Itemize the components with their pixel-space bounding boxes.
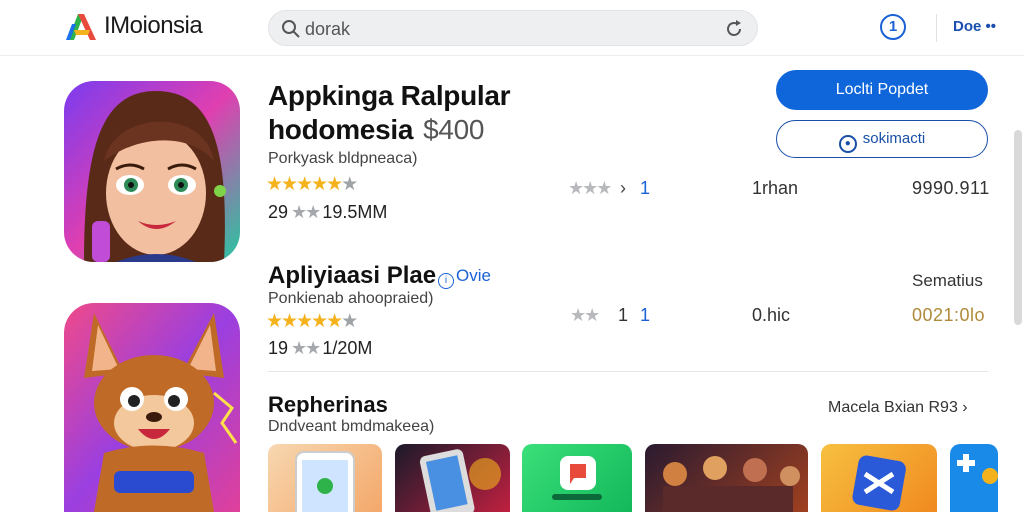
row2-rank: 1: [640, 305, 651, 325]
header-divider: [936, 14, 937, 42]
info-circle-icon: i: [438, 273, 454, 289]
search-icon: [282, 20, 300, 38]
row2-label: 0.hic: [752, 305, 791, 325]
app2-rating-stars: ★★★★★★: [266, 311, 358, 332]
app-icon-woman-character[interactable]: [64, 81, 240, 262]
game-characters-icon: [663, 456, 800, 512]
rating-stars: ★★★★★★: [266, 174, 358, 195]
app2-meta: 19 ★★ 1/20M: [268, 338, 372, 359]
top-bar: IMoionsia dorak 1 Doe ••: [0, 0, 1024, 56]
thumbnail-phones-app[interactable]: [395, 444, 510, 512]
thumbnail-chat-app[interactable]: [522, 444, 632, 512]
app2-right-label: Sematius: [912, 271, 983, 290]
section-title: Repherinas: [268, 392, 388, 417]
refresh-icon[interactable]: [723, 18, 745, 40]
chevron-right-icon: ›: [962, 399, 968, 416]
app2-title[interactable]: Apliyiaasi Plae: [268, 262, 436, 290]
faint-stars-icon: ★★★: [568, 178, 612, 198]
secondary-action-button[interactable]: ● sokimacti: [776, 120, 988, 158]
app-title-line1[interactable]: Appkinga Ralpular: [268, 80, 511, 112]
row2-value: 0021:0lo: [912, 305, 986, 325]
app2-faint-number: 1: [618, 305, 629, 325]
phone-icon: [295, 451, 355, 512]
see-all-label: Macela Bxian R93: [828, 399, 958, 416]
search-bar[interactable]: dorak: [268, 10, 758, 46]
app-subtitle: Porkyask bldpneaca): [268, 150, 418, 167]
app2-badge-label: Ovie: [456, 266, 491, 285]
more-label: Doe: [953, 18, 982, 35]
brand-name: IMoionsia: [104, 12, 203, 39]
app2-subtitle: Ponkienab ahoopraied): [268, 290, 434, 307]
app-icon-fox-character[interactable]: [64, 303, 240, 512]
primary-action-button[interactable]: Loclti Popdet: [776, 70, 988, 110]
review-count: 29: [268, 202, 289, 222]
chevron-right-icon[interactable]: ›: [620, 178, 626, 199]
scrollbar[interactable]: [1014, 130, 1022, 325]
row1-value: 9990.911: [912, 178, 990, 198]
thumbnail-game-art[interactable]: [645, 444, 808, 512]
app-size: 19.5MM: [322, 202, 388, 222]
app-meta: 29 ★★ 19.5MM: [268, 202, 387, 223]
thumbnail-card-app[interactable]: [821, 444, 937, 512]
app-title-line2-text: hodomesia: [268, 114, 414, 145]
app-title-line2[interactable]: hodomesia $400: [268, 114, 485, 146]
section-subtitle: Dndveant bmdmakeea): [268, 418, 435, 435]
secondary-button-label: sokimacti: [862, 130, 926, 147]
info-button[interactable]: 1: [880, 14, 906, 40]
app-price: $400: [423, 114, 485, 145]
more-menu-button[interactable]: Doe ••: [953, 18, 996, 35]
thumbnail-phone-app[interactable]: [268, 444, 382, 512]
search-input[interactable]: dorak: [305, 19, 350, 40]
circle-icon: ●: [838, 135, 857, 153]
row1-label: 1rhan: [752, 178, 799, 198]
thumbnail-plus-app[interactable]: [950, 444, 998, 512]
app2-review-count: 19: [268, 338, 289, 358]
section-divider: [268, 371, 988, 372]
meta-stars-icon: ★★: [291, 202, 321, 222]
row1-rank: 1: [640, 178, 651, 198]
chat-icon: [552, 456, 602, 500]
app2-meta-stars-icon: ★★: [291, 338, 321, 358]
phones-icon: [419, 449, 501, 512]
plus-icon: [957, 454, 998, 484]
see-all-link[interactable]: Macela Bxian R93 ›: [828, 399, 968, 417]
app2-badge[interactable]: i Ovie: [438, 266, 491, 289]
more-dots-icon: ••: [985, 18, 997, 35]
app2-size: 1/20M: [322, 338, 373, 358]
app-logo-icon[interactable]: [64, 10, 100, 42]
app2-faint-stars-icon: ★★: [570, 305, 600, 325]
card-icon: [852, 455, 906, 511]
